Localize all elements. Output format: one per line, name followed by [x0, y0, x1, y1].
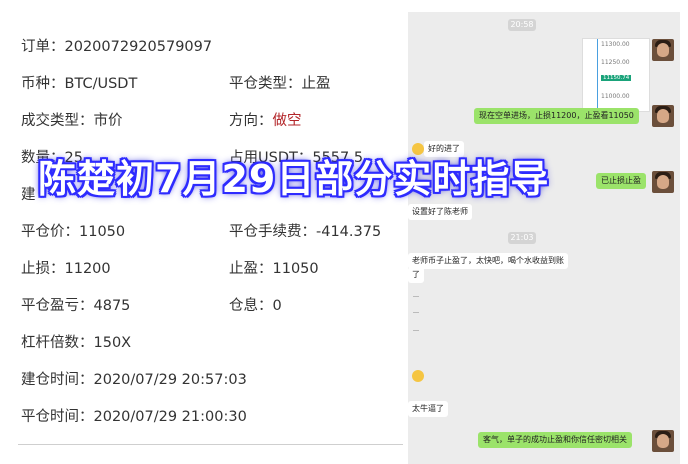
take-profit-label: 止盈：: [229, 261, 273, 277]
price-line: [597, 39, 598, 111]
chat-message-sent: 已止损止盈: [596, 173, 646, 189]
image-thumbnail[interactable]: [413, 330, 419, 331]
chart-tick-label: 11300.00: [601, 41, 630, 48]
open-time-value: 2020/07/29 20:57:03: [93, 372, 247, 388]
close-fee-row: 平仓手续费：-414.375: [229, 220, 381, 241]
pnl-value: 4875: [93, 298, 131, 314]
deal-type-row: 成交类型：市价: [21, 109, 123, 130]
image-thumbnail[interactable]: [413, 296, 419, 297]
close-time-label: 平仓时间：: [21, 409, 94, 425]
stop-loss-row: 止损：11200: [21, 257, 111, 278]
take-profit-row: 止盈：11050: [229, 257, 319, 278]
order-number-row: 订单：2020072920579097: [21, 35, 212, 56]
laugh-emoji-icon: [412, 370, 424, 382]
chat-panel: 20:58 11300.00 11250.00 11150.74 11000.0…: [408, 12, 680, 464]
teacher-avatar[interactable]: [652, 105, 674, 127]
overlay-title: 陈楚初7月29日部分实时指导: [38, 157, 550, 201]
chat-message-received: 设置好了陈老师: [408, 204, 472, 220]
chat-message-received-cont: 了: [408, 267, 424, 283]
interest-value: 0: [272, 298, 282, 314]
direction-label: 方向：: [229, 113, 273, 129]
direction-row: 方向：做空: [229, 109, 302, 130]
currency-value: BTC/USDT: [64, 76, 138, 92]
leverage-value: 150X: [93, 335, 132, 351]
pnl-label: 平仓盈亏：: [21, 298, 94, 314]
chat-timestamp: 20:58: [508, 19, 536, 31]
chat-message-received: 老师币子止盈了，太快吧，喝个水收益到账: [408, 253, 568, 269]
leverage-row: 杠杆倍数：150X: [21, 331, 131, 352]
close-price-value: 11050: [79, 224, 126, 240]
chat-message-received: 太牛逼了: [408, 401, 448, 417]
bottom-divider: [18, 444, 403, 445]
close-time-row: 平仓时间：2020/07/29 21:00:30: [21, 405, 247, 426]
chat-timestamp: 21:03: [508, 232, 536, 244]
close-price-row: 平仓价：11050: [21, 220, 125, 241]
chat-message-sent: 现在空单进场，止损11200，止盈看11050: [474, 108, 639, 124]
chart-current-price: 11150.74: [601, 75, 632, 81]
order-number-label: 订单：: [21, 39, 65, 55]
close-type-value: 止盈: [301, 76, 331, 92]
direction-value: 做空: [272, 113, 302, 129]
close-fee-label: 平仓手续费：: [229, 224, 316, 240]
close-fee-value: -414.375: [316, 224, 382, 240]
close-type-row: 平仓类型：止盈: [229, 72, 331, 93]
order-detail-panel: 订单：2020072920579097 币种：BTC/USDT 平仓类型：止盈 …: [0, 0, 405, 464]
stop-loss-value: 11200: [64, 261, 111, 277]
close-type-label: 平仓类型：: [229, 76, 302, 92]
open-label-partial: 建: [21, 187, 36, 203]
chat-message-sent: 客气，单子的成功止盈和你信任密切相关: [478, 432, 632, 448]
close-price-label: 平仓价：: [21, 224, 79, 240]
close-time-value: 2020/07/29 21:00:30: [93, 409, 247, 425]
open-row-partial: 建: [21, 183, 36, 204]
leverage-label: 杠杆倍数：: [21, 335, 94, 351]
currency-label: 币种：: [21, 76, 65, 92]
open-time-label: 建仓时间：: [21, 372, 94, 388]
deal-type-value: 市价: [93, 113, 123, 129]
interest-row: 仓息：0: [229, 294, 282, 315]
deal-type-label: 成交类型：: [21, 113, 94, 129]
teacher-avatar[interactable]: [652, 39, 674, 61]
chart-tick-label: 11000.00: [601, 93, 630, 100]
image-thumbnail[interactable]: [413, 312, 419, 313]
currency-row: 币种：BTC/USDT: [21, 72, 137, 93]
open-time-row: 建仓时间：2020/07/29 20:57:03: [21, 368, 247, 389]
teacher-avatar[interactable]: [652, 171, 674, 193]
stop-loss-label: 止损：: [21, 261, 65, 277]
teacher-avatar[interactable]: [652, 430, 674, 452]
pnl-row: 平仓盈亏：4875: [21, 294, 130, 315]
interest-label: 仓息：: [229, 298, 273, 314]
chart-tick-label: 11250.00: [601, 59, 630, 66]
order-number-value: 2020072920579097: [64, 39, 213, 55]
take-profit-value: 11050: [272, 261, 319, 277]
chart-screenshot-image[interactable]: 11300.00 11250.00 11150.74 11000.00: [582, 38, 650, 112]
